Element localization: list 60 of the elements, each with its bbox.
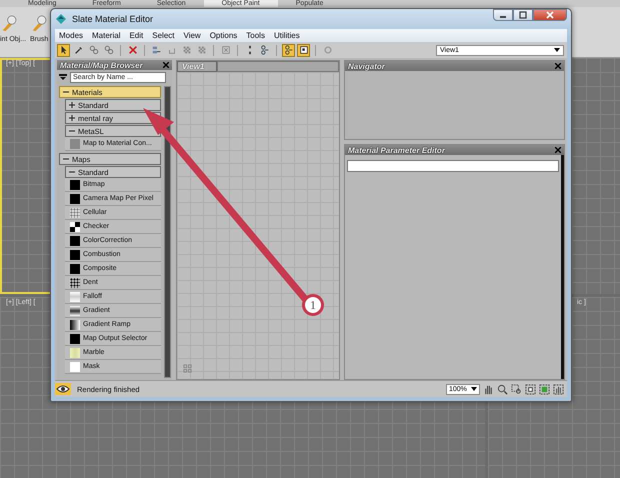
- panel-title: Material Parameter Editor: [348, 146, 445, 154]
- collapse-icon[interactable]: [69, 128, 75, 134]
- close-button[interactable]: [533, 9, 567, 21]
- caret-icon: [554, 48, 560, 52]
- swatch-icon: [70, 292, 80, 302]
- menu-item[interactable]: Edit: [129, 31, 144, 40]
- caret-icon: [471, 387, 477, 391]
- zoom-region-icon[interactable]: [511, 384, 522, 394]
- swatch-icon: [70, 194, 80, 204]
- swatch-icon: [70, 306, 80, 316]
- swatch-icon: [70, 208, 80, 218]
- zoom-icon[interactable]: [497, 384, 508, 394]
- swatch-icon: [70, 180, 80, 190]
- collapse-icon[interactable]: [63, 156, 69, 162]
- spheres-icon[interactable]: [102, 44, 115, 56]
- window-title: Slate Material Editor: [72, 14, 154, 24]
- expand-icon[interactable]: [69, 115, 75, 121]
- menu-item[interactable]: Tools: [246, 31, 265, 40]
- swatch-icon: [70, 250, 80, 260]
- brush-icon[interactable]: [30, 15, 48, 32]
- swatch-icon: [70, 264, 80, 274]
- swatch-icon: [70, 222, 80, 232]
- panel-title: Material/Map Browser: [60, 60, 143, 70]
- menu-item[interactable]: Options: [210, 31, 238, 40]
- panel-icon[interactable]: [297, 44, 310, 56]
- swatch-icon: [70, 348, 80, 358]
- scrollbar[interactable]: [164, 86, 171, 378]
- collapse-icon[interactable]: [63, 89, 69, 95]
- panel-title: Navigator: [348, 62, 385, 70]
- name-field[interactable]: [347, 160, 559, 172]
- pointer-icon[interactable]: [57, 44, 70, 56]
- swatch-icon: [70, 236, 80, 246]
- expand-icon[interactable]: [69, 102, 75, 108]
- menu-item[interactable]: Modes: [59, 31, 84, 40]
- menu-icon[interactable]: [59, 74, 67, 80]
- frame-icon[interactable]: [525, 384, 536, 394]
- swatch-icon: [70, 334, 80, 344]
- close-icon[interactable]: [163, 62, 169, 68]
- spheres-icon[interactable]: [87, 44, 100, 56]
- maximize-button[interactable]: [513, 9, 533, 21]
- menu-item[interactable]: View: [184, 31, 201, 40]
- swatch-icon: [70, 278, 80, 288]
- app-icon: [55, 13, 67, 25]
- delete-icon[interactable]: [126, 44, 139, 56]
- swatch-icon: [70, 138, 80, 148]
- maximize-icon: [518, 11, 528, 19]
- minimize-button[interactable]: [493, 9, 513, 21]
- close-icon[interactable]: [555, 147, 561, 153]
- close-icon[interactable]: [555, 63, 561, 69]
- eye-icon[interactable]: [55, 383, 71, 395]
- menu-item[interactable]: Material: [92, 31, 120, 40]
- swatch-icon: [70, 362, 80, 372]
- brush-icon[interactable]: [0, 15, 18, 32]
- nodes-icon: [183, 364, 192, 373]
- collapse-icon[interactable]: [69, 169, 75, 175]
- swatch-icon: [70, 320, 80, 330]
- close-icon: [545, 11, 555, 19]
- menu-item[interactable]: Utilities: [274, 31, 300, 40]
- frame-selected-icon[interactable]: [539, 384, 550, 394]
- menu-item[interactable]: Select: [152, 31, 174, 40]
